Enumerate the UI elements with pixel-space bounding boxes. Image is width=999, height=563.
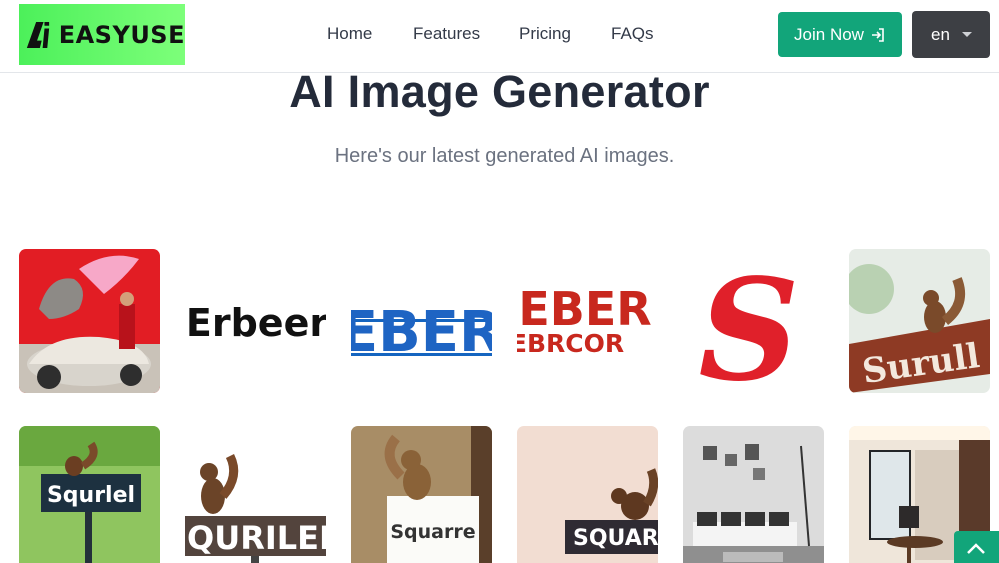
svg-text:Squrlel: Squrlel (47, 483, 135, 508)
nav-faqs[interactable]: FAQs (611, 24, 654, 44)
surull-image: Surull (849, 249, 990, 393)
language-select[interactable]: en (912, 11, 990, 58)
squarl-image: SQUARL (517, 426, 658, 563)
svg-text:EBER: EBER (351, 300, 492, 365)
sign-in-icon (871, 27, 884, 42)
gallery-image-pegasus-car[interactable] (19, 249, 160, 393)
qurilei-image: QURILEI (185, 453, 326, 563)
living-room-image (683, 426, 824, 563)
join-now-label: Join Now (794, 24, 864, 44)
eber-red-image: EBER EBRCOR (517, 282, 652, 358)
gallery-image-eber-blue[interactable]: EBER (351, 249, 492, 393)
svg-text:Squarre: Squarre (390, 521, 475, 543)
gallery-image-squarl[interactable]: SQUARL (517, 426, 658, 563)
svg-text:QURILEI: QURILEI (187, 519, 326, 557)
language-value: en (931, 24, 950, 44)
scroll-to-top-button[interactable] (954, 531, 999, 563)
gallery-image-qurilei[interactable]: QURILEI (185, 426, 326, 563)
svg-text:EBRCOR: EBRCOR (517, 329, 624, 358)
caret-down-icon (962, 32, 972, 37)
join-now-button[interactable]: Join Now (778, 12, 902, 57)
gallery-image-eber-red[interactable]: EBER EBRCOR (517, 249, 658, 393)
pegasus-car-image (19, 249, 160, 393)
svg-text:Erbeer: Erbeer (186, 301, 326, 345)
gallery-image-living-room[interactable] (683, 426, 824, 563)
erbeer-image: Erbeer (186, 301, 326, 345)
page-subtitle: Here's our latest generated AI images. (334, 145, 675, 167)
gallery-image-squarre[interactable]: Squarre (351, 426, 492, 563)
chevron-up-icon (967, 543, 985, 554)
gallery-image-erbeer[interactable]: Erbeer (185, 249, 326, 393)
svg-text:EBER: EBER (518, 282, 651, 336)
nav-home[interactable]: Home (327, 24, 372, 44)
site-header: EASYUSE Home Features Pricing FAQs Join … (0, 0, 999, 73)
page-title: AI Image Generator (289, 66, 710, 117)
red-s-image: S (698, 249, 799, 393)
gallery-image-squrlel[interactable]: Squrlel (19, 426, 160, 563)
svg-text:SQUARL: SQUARL (573, 526, 658, 551)
gallery-image-red-s[interactable]: S (683, 249, 824, 393)
nav-features[interactable]: Features (413, 24, 480, 44)
svg-text:S: S (698, 249, 799, 393)
gallery-image-surull[interactable]: Surull (849, 249, 990, 393)
squrlel-image: Squrlel (19, 426, 160, 563)
squarre-image: Squarre (351, 426, 492, 563)
nav-pricing[interactable]: Pricing (519, 24, 571, 44)
eber-blue-image: EBER (351, 300, 492, 365)
